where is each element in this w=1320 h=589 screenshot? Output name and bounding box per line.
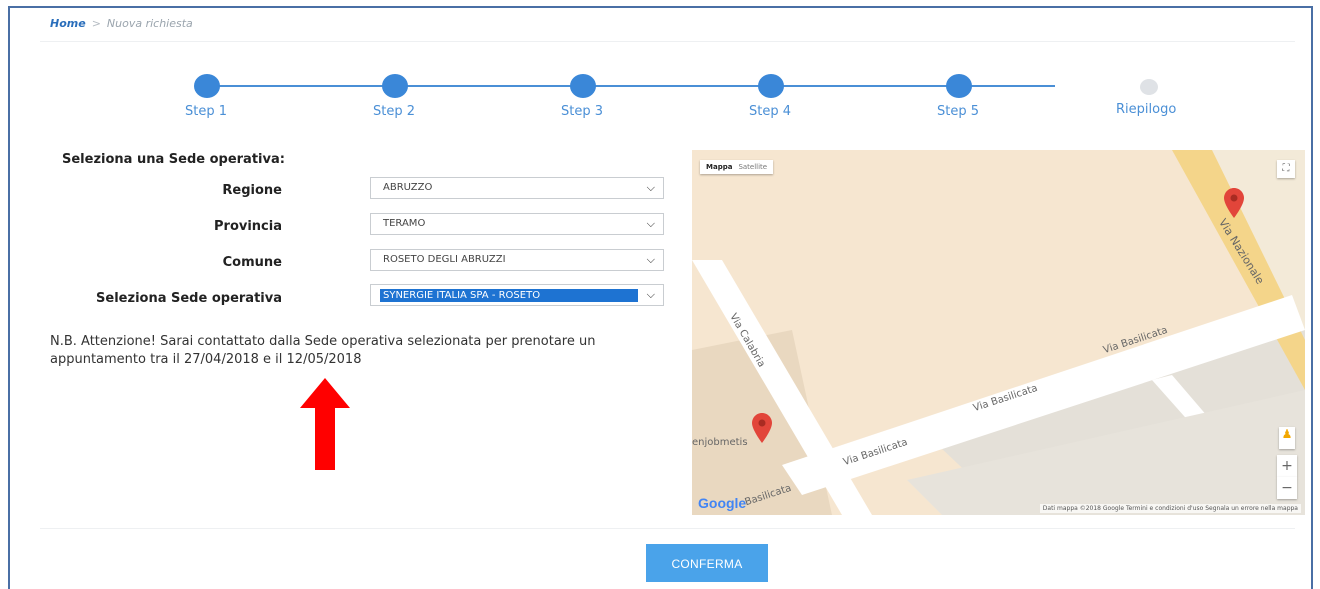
regione-select[interactable]: ABRUZZO ⌵ [370, 177, 664, 199]
regione-value: ABRUZZO [383, 182, 433, 193]
chevron-down-icon: ⌵ [646, 181, 655, 194]
confirm-button[interactable]: CONFERMA [646, 544, 768, 582]
step-1-dot[interactable] [194, 74, 220, 98]
step-2-label[interactable]: Step 2 [373, 104, 415, 119]
map-type-satellite[interactable]: Satellite [738, 163, 767, 171]
breadcrumb-current: Nuova richiesta [106, 17, 193, 30]
form-title: Seleziona una Sede operativa: [62, 152, 285, 167]
step-5-dot[interactable] [946, 74, 972, 98]
divider [40, 528, 1295, 529]
breadcrumb-home-link[interactable]: Home [50, 17, 86, 30]
google-logo: Google [698, 495, 747, 511]
appointment-note: N.B. Attenzione! Sarai contattato dalla … [50, 334, 596, 367]
chevron-down-icon: ⌵ [646, 217, 655, 230]
regione-label: Regione [222, 183, 282, 198]
step-3-dot[interactable] [570, 74, 596, 98]
provincia-label: Provincia [214, 219, 282, 234]
step-3-label[interactable]: Step 3 [561, 104, 603, 119]
sede-value: SYNERGIE ITALIA SPA - ROSETO [380, 289, 638, 302]
step-1-label[interactable]: Step 1 [185, 104, 227, 119]
comune-label: Comune [222, 255, 282, 270]
provincia-select[interactable]: TERAMO ⌵ [370, 213, 664, 235]
step-4-label[interactable]: Step 4 [749, 104, 791, 119]
breadcrumb-separator: > [91, 17, 101, 30]
fullscreen-icon[interactable]: ⛶ [1277, 160, 1295, 178]
map-pin-icon[interactable] [1224, 188, 1244, 218]
chevron-down-icon: ⌵ [646, 288, 655, 301]
sede-label: Seleziona Sede operativa [96, 291, 282, 306]
map-canvas [692, 150, 1305, 515]
step-5-label[interactable]: Step 5 [937, 104, 979, 119]
sede-select[interactable]: SYNERGIE ITALIA SPA - ROSETO ⌵ [370, 284, 664, 306]
comune-value: ROSETO DEGLI ABRUZZI [383, 254, 506, 265]
breadcrumb: Home > Nuova richiesta [50, 17, 193, 30]
map[interactable]: Mappa Satellite ⛶ Via Nazionale Via Calab… [692, 150, 1305, 515]
divider [40, 41, 1295, 42]
step-2-dot[interactable] [382, 74, 408, 98]
comune-select[interactable]: ROSETO DEGLI ABRUZZI ⌵ [370, 249, 664, 271]
map-pin-icon[interactable] [752, 413, 772, 443]
red-arrow-annotation [300, 378, 350, 470]
poi-label[interactable]: enjobmetis [692, 437, 748, 448]
pegman-icon[interactable]: ♟ [1279, 427, 1295, 449]
map-attribution[interactable]: Dati mappa ©2018 Google Termini e condiz… [1039, 504, 1301, 513]
stepper-progress-line [207, 85, 1055, 87]
step-riepilogo-dot [1140, 79, 1158, 95]
step-4-dot[interactable] [758, 74, 784, 98]
step-riepilogo-label: Riepilogo [1116, 102, 1177, 117]
zoom-in-button[interactable]: + [1277, 455, 1297, 477]
map-type-map[interactable]: Mappa [706, 163, 732, 171]
provincia-value: TERAMO [383, 218, 426, 229]
map-type-control[interactable]: Mappa Satellite [700, 160, 774, 174]
chevron-down-icon: ⌵ [646, 253, 655, 266]
zoom-out-button[interactable]: − [1277, 477, 1297, 499]
